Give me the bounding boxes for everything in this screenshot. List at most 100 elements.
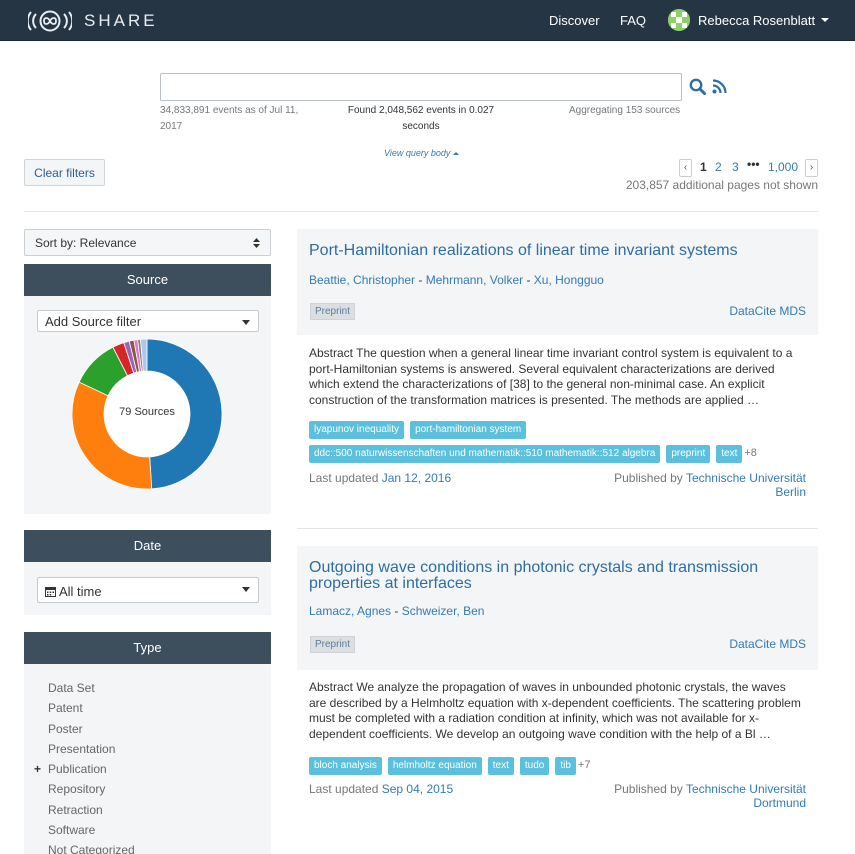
share-logo-icon: [28, 10, 72, 32]
last-updated-date[interactable]: Sep 04, 2015: [382, 782, 453, 796]
result-divider: [297, 528, 818, 529]
published-by: Published by Technische Universität Dort…: [596, 782, 806, 810]
author-separator: -: [391, 604, 402, 618]
result-title[interactable]: Outgoing wave conditions in photonic cry…: [309, 560, 806, 592]
result-type-badge: Preprint: [310, 636, 356, 653]
divider: [24, 211, 818, 212]
source-panel: Source Add Source filter 79 Sources: [24, 264, 271, 514]
publisher-link-line2[interactable]: Dortmund: [753, 796, 806, 810]
tag[interactable]: text: [487, 757, 514, 775]
author-link[interactable]: Schweizer, Ben: [402, 604, 485, 618]
tag[interactable]: port-hamiltonian system: [410, 421, 527, 439]
pagination-page-1[interactable]: 1: [700, 160, 707, 174]
brand[interactable]: SHARE: [28, 9, 158, 33]
type-item-repository[interactable]: Repository: [48, 781, 135, 801]
publisher-link[interactable]: Technische Universität: [686, 471, 806, 485]
type-item-publication[interactable]: + Publication: [34, 761, 135, 781]
date-filter-dropdown[interactable]: All time: [37, 577, 259, 603]
last-updated-date[interactable]: Jan 12, 2016: [382, 471, 451, 485]
pagination-page-last[interactable]: 1,000: [768, 160, 798, 174]
brand-text: SHARE: [84, 11, 158, 30]
calendar-icon: [45, 587, 56, 597]
nav-discover-link[interactable]: Discover: [549, 13, 600, 28]
last-updated-label: Last updated: [309, 471, 379, 485]
source-panel-title: Source: [24, 264, 271, 296]
source-filter-dropdown[interactable]: Add Source filter: [37, 310, 259, 332]
tag[interactable]: tib: [555, 757, 576, 775]
pagination-ellipsis: •••: [747, 157, 760, 171]
type-item-software[interactable]: Software: [48, 822, 135, 842]
type-item-poster[interactable]: Poster: [48, 721, 135, 741]
type-list: Data Set Patent Poster Presentation + Pub…: [34, 680, 135, 854]
result-source-link[interactable]: DataCite MDS: [729, 304, 806, 318]
sort-select-label: Sort by: Relevance: [35, 236, 137, 250]
result-title[interactable]: Port-Hamiltonian realizations of linear …: [309, 242, 738, 259]
tag[interactable]: helmholtz equation: [387, 757, 482, 775]
date-panel: Date All time: [24, 530, 271, 615]
user-menu[interactable]: Rebecca Rosenblatt: [668, 9, 830, 31]
events-count: 34,833,891 events as of Jul 11, 2017: [160, 105, 299, 132]
published-by-label: Published by: [614, 782, 683, 796]
chevron-down-icon: [242, 587, 250, 592]
result-tags: lyapunov inequality port-hamiltonian syst…: [297, 420, 818, 439]
result-header: Outgoing wave conditions in photonic cry…: [297, 546, 818, 670]
type-item-not-categorized[interactable]: Not Categorized: [48, 842, 135, 854]
nav-faq-link[interactable]: FAQ: [620, 13, 646, 28]
result-authors: Lamacz, Agnes - Schweizer, Ben: [309, 604, 806, 618]
tag[interactable]: ddc::500 naturwissenschaften und mathema…: [309, 445, 661, 463]
type-item-patent[interactable]: Patent: [48, 700, 135, 720]
type-panel-title: Type: [24, 632, 271, 664]
result-abstract: Abstract We analyze the propagation of w…: [309, 680, 801, 741]
pagination-page-3[interactable]: 3: [732, 160, 739, 174]
plus-icon[interactable]: +: [34, 761, 41, 777]
search-input[interactable]: [160, 73, 682, 101]
author-separator: -: [415, 273, 426, 287]
chevron-down-icon: [821, 18, 830, 22]
rss-icon[interactable]: [712, 79, 727, 94]
found-count: Found 2,048,562 events in 0.027 seconds: [347, 105, 495, 132]
caret-up-icon: [453, 152, 460, 155]
pagination-next[interactable]: ›: [805, 159, 818, 177]
author-link[interactable]: Beattie, Christopher: [309, 273, 415, 287]
last-updated-label: Last updated: [309, 782, 379, 796]
publisher-link[interactable]: Technische Universität: [686, 782, 806, 796]
sort-select[interactable]: Sort by: Relevance: [24, 229, 271, 256]
result-footer: Last updated Jan 12, 2016 Published by T…: [297, 471, 818, 505]
tag[interactable]: bloch analysis: [309, 757, 382, 775]
published-by-label: Published by: [614, 471, 683, 485]
search-icon[interactable]: [689, 78, 706, 95]
type-item-data-set[interactable]: Data Set: [48, 680, 135, 700]
result-tags: ddc::500 naturwissenschaften und mathema…: [297, 444, 818, 463]
search-result: Outgoing wave conditions in photonic cry…: [297, 546, 818, 816]
result-title-line1: Outgoing wave conditions in photonic cry…: [309, 559, 759, 576]
author-separator: -: [523, 273, 534, 287]
result-source-link[interactable]: DataCite MDS: [729, 637, 806, 651]
publisher-link-line2[interactable]: Berlin: [775, 485, 806, 499]
author-link[interactable]: Xu, Hongguo: [534, 273, 604, 287]
more-tags-count[interactable]: +8: [744, 447, 757, 459]
result-footer: Last updated Sep 04, 2015 Published by T…: [297, 782, 818, 816]
result-tags: bloch analysis helmholtz equation text tudo…: [297, 756, 818, 775]
search-result: Port-Hamiltonian realizations of linear …: [297, 229, 818, 505]
type-panel: Type Data Set Patent Poster Presentation…: [24, 632, 271, 854]
view-query-body-link[interactable]: View query body: [384, 148, 460, 158]
author-link[interactable]: Mehrmann, Volker: [426, 273, 523, 287]
type-item-retraction[interactable]: Retraction: [48, 802, 135, 822]
date-filter-label: All time: [59, 584, 102, 599]
tag[interactable]: tudo: [519, 757, 550, 775]
pages-not-shown: 203,857 additional pages not shown: [625, 178, 818, 192]
tag: text: [716, 445, 743, 463]
tag[interactable]: preprint: [666, 445, 711, 463]
avatar: [668, 9, 690, 31]
tag[interactable]: lyapunov inequality: [309, 421, 405, 439]
more-tags-count[interactable]: +7: [578, 759, 591, 771]
type-item-presentation[interactable]: Presentation: [48, 741, 135, 761]
pagination-prev[interactable]: ‹: [679, 159, 692, 177]
navbar: SHARE Discover FAQ Rebecca Rosenblatt: [0, 0, 855, 41]
author-link[interactable]: Lamacz, Agnes: [309, 604, 391, 618]
sort-arrows-icon: [253, 238, 260, 248]
chevron-down-icon: [242, 320, 250, 325]
pagination-page-2[interactable]: 2: [715, 160, 722, 174]
date-panel-title: Date: [24, 530, 271, 562]
clear-filters-button[interactable]: Clear filters: [24, 159, 105, 186]
